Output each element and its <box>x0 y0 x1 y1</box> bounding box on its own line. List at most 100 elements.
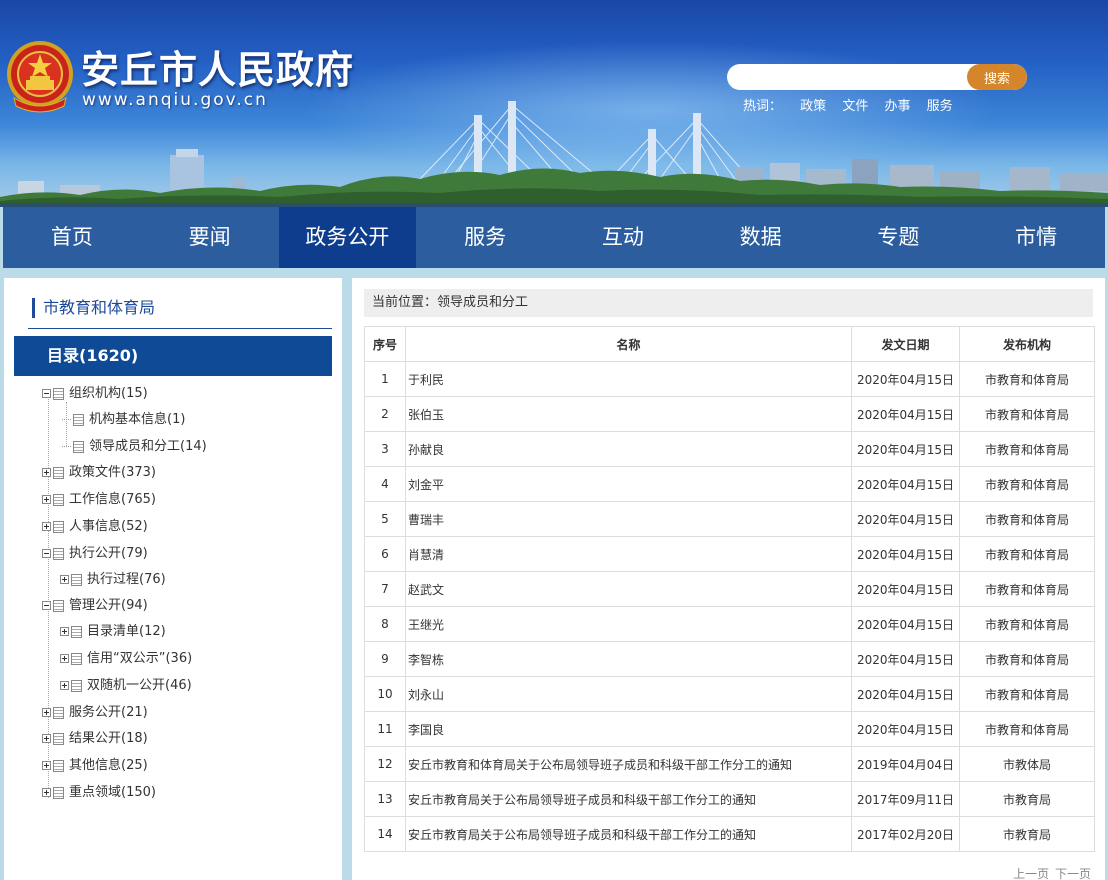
expand-icon[interactable] <box>42 788 51 797</box>
row-title-link[interactable]: 刘永山 <box>405 676 852 712</box>
search-box: 搜索 <box>727 64 1027 90</box>
row-publisher: 市教育和体育局 <box>959 571 1095 607</box>
tree-item-results[interactable]: 结果公开(18) <box>42 729 148 749</box>
main-content: 当前位置：领导成员和分工 序号 名称 发文日期 发布机构 1 于利民 2020年04… <box>352 278 1105 880</box>
folder-doc-icon <box>71 652 82 665</box>
collapse-icon[interactable] <box>42 389 51 398</box>
row-title-link[interactable]: 安丘市教育局关于公布局领导班子成员和科级干部工作分工的通知 <box>405 816 852 852</box>
row-date: 2019年04月04日 <box>851 746 960 782</box>
tree-item-execution[interactable]: 执行公开(79) <box>42 544 148 564</box>
table-row[interactable]: 6 肖慧清 2020年04月15日 市教育和体育局 <box>364 536 1095 572</box>
tree-item-org[interactable]: 组织机构(15) <box>42 384 148 404</box>
nav-item-news[interactable]: 要闻 <box>141 207 279 268</box>
row-publisher: 市教育和体育局 <box>959 711 1095 747</box>
row-title-link[interactable]: 李国良 <box>405 711 852 747</box>
row-number: 3 <box>364 431 406 467</box>
row-title-link[interactable]: 曹瑞丰 <box>405 501 852 537</box>
collapse-icon[interactable] <box>42 549 51 558</box>
expand-icon[interactable] <box>60 575 69 584</box>
row-date: 2017年02月20日 <box>851 816 960 852</box>
next-page-link[interactable]: 下一页 <box>1055 867 1091 880</box>
row-number: 14 <box>364 816 406 852</box>
table-row[interactable]: 1 于利民 2020年04月15日 市教育和体育局 <box>364 361 1095 397</box>
row-title-link[interactable]: 于利民 <box>405 361 852 397</box>
table-row[interactable]: 4 刘金平 2020年04月15日 市教育和体育局 <box>364 466 1095 502</box>
tree-item-management[interactable]: 管理公开(94) <box>42 596 148 616</box>
row-date: 2020年04月15日 <box>851 466 960 502</box>
tree-item-other[interactable]: 其他信息(25) <box>42 756 148 776</box>
national-emblem-icon <box>7 41 73 113</box>
tree-item-random-check[interactable]: 双随机一公开(46) <box>60 676 192 696</box>
row-title-link[interactable]: 孙献良 <box>405 431 852 467</box>
hotword-link[interactable]: 办事 <box>884 99 910 114</box>
table-row[interactable]: 12 安丘市教育和体育局关于公布局领导班子成员和科级干部工作分工的通知 2019年0… <box>364 746 1095 782</box>
nav-item-data[interactable]: 数据 <box>692 207 830 268</box>
breadcrumb: 当前位置：领导成员和分工 <box>364 289 1093 317</box>
row-date: 2020年04月15日 <box>851 711 960 747</box>
row-number: 10 <box>364 676 406 712</box>
hotword-link[interactable]: 文件 <box>842 99 868 114</box>
table-row[interactable]: 8 王继光 2020年04月15日 市教育和体育局 <box>364 606 1095 642</box>
hotword-link[interactable]: 政策 <box>800 99 826 114</box>
search-input[interactable] <box>727 64 967 90</box>
row-number: 1 <box>364 361 406 397</box>
tree-item-key-areas[interactable]: 重点领域(150) <box>42 783 156 803</box>
expand-icon[interactable] <box>42 708 51 717</box>
row-title-link[interactable]: 张伯玉 <box>405 396 852 432</box>
tree-item-personnel[interactable]: 人事信息(52) <box>42 517 148 537</box>
catalog-header[interactable]: 目录(1620) <box>14 336 332 376</box>
expand-icon[interactable] <box>60 654 69 663</box>
row-title-link[interactable]: 肖慧清 <box>405 536 852 572</box>
tree-item-execution-process[interactable]: 执行过程(76) <box>60 570 166 590</box>
row-title-link[interactable]: 王继光 <box>405 606 852 642</box>
table-row[interactable]: 9 李智栋 2020年04月15日 市教育和体育局 <box>364 641 1095 677</box>
nav-item-gov-affairs[interactable]: 政务公开 <box>278 207 417 268</box>
nav-item-topics[interactable]: 专题 <box>830 207 968 268</box>
tree-item-leadership[interactable]: 领导成员和分工(14) <box>62 437 207 457</box>
nav-item-city-info[interactable]: 市情 <box>967 207 1105 268</box>
table-row[interactable]: 14 安丘市教育局关于公布局领导班子成员和科级干部工作分工的通知 2017年02月2… <box>364 816 1095 852</box>
row-date: 2020年04月15日 <box>851 641 960 677</box>
nav-item-interaction[interactable]: 互动 <box>554 207 692 268</box>
sidebar-title: 市教育和体育局 <box>32 298 155 318</box>
row-title-link[interactable]: 安丘市教育和体育局关于公布局领导班子成员和科级干部工作分工的通知 <box>405 746 852 782</box>
row-title-link[interactable]: 安丘市教育局关于公布局领导班子成员和科级干部工作分工的通知 <box>405 781 852 817</box>
nav-item-services[interactable]: 服务 <box>416 207 554 268</box>
doc-icon <box>73 440 84 453</box>
tree-item-basic-info[interactable]: 机构基本信息(1) <box>62 410 185 430</box>
prev-page-link[interactable]: 上一页 <box>1013 867 1049 880</box>
pagination: 上一页 下一页 <box>1011 865 1091 880</box>
table-row[interactable]: 10 刘永山 2020年04月15日 市教育和体育局 <box>364 676 1095 712</box>
expand-icon[interactable] <box>60 627 69 636</box>
tree-item-work-info[interactable]: 工作信息(765) <box>42 490 156 510</box>
tree-item-policy-docs[interactable]: 政策文件(373) <box>42 463 156 483</box>
tree-item-service[interactable]: 服务公开(21) <box>42 703 148 723</box>
table-row[interactable]: 2 张伯玉 2020年04月15日 市教育和体育局 <box>364 396 1095 432</box>
collapse-icon[interactable] <box>42 601 51 610</box>
row-title-link[interactable]: 赵武文 <box>405 571 852 607</box>
expand-icon[interactable] <box>60 681 69 690</box>
row-publisher: 市教育和体育局 <box>959 396 1095 432</box>
expand-icon[interactable] <box>42 761 51 770</box>
nav-item-home[interactable]: 首页 <box>3 207 141 268</box>
folder-doc-icon <box>53 732 64 745</box>
tree-item-catalog-list[interactable]: 目录清单(12) <box>60 622 166 642</box>
table-header-row: 序号 名称 发文日期 发布机构 <box>364 326 1095 362</box>
expand-icon[interactable] <box>42 522 51 531</box>
table-row[interactable]: 11 李国良 2020年04月15日 市教育和体育局 <box>364 711 1095 747</box>
expand-icon[interactable] <box>42 495 51 504</box>
expand-icon[interactable] <box>42 468 51 477</box>
site-title: 安丘市人民政府 <box>81 48 355 92</box>
table-row[interactable]: 3 孙献良 2020年04月15日 市教育和体育局 <box>364 431 1095 467</box>
row-publisher: 市教育和体育局 <box>959 501 1095 537</box>
table-row[interactable]: 7 赵武文 2020年04月15日 市教育和体育局 <box>364 571 1095 607</box>
table-row[interactable]: 5 曹瑞丰 2020年04月15日 市教育和体育局 <box>364 501 1095 537</box>
row-title-link[interactable]: 李智栋 <box>405 641 852 677</box>
search-button[interactable]: 搜索 <box>967 64 1027 90</box>
expand-icon[interactable] <box>42 734 51 743</box>
sidebar-divider <box>28 328 332 329</box>
hotword-link[interactable]: 服务 <box>927 99 953 114</box>
table-row[interactable]: 13 安丘市教育局关于公布局领导班子成员和科级干部工作分工的通知 2017年09月1… <box>364 781 1095 817</box>
row-title-link[interactable]: 刘金平 <box>405 466 852 502</box>
tree-item-credit[interactable]: 信用“双公示”(36) <box>60 649 192 669</box>
